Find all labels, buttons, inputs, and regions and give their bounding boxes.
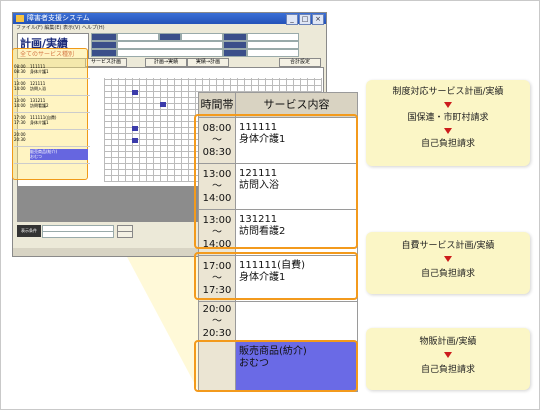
condition-button[interactable] [117, 231, 133, 238]
info-grid [91, 33, 321, 57]
window-title: 障害者支援システム [27, 14, 90, 22]
display-condition-label: 表示条件 [17, 225, 41, 237]
highlight-box-system [194, 114, 358, 249]
mini-time: 20:00 20:30 [14, 132, 26, 142]
app-icon [16, 15, 24, 22]
mini-row: 13:00 14:00 131211 訪問看護2 [14, 96, 90, 113]
grid-mark [160, 102, 166, 107]
info-field[interactable] [117, 33, 159, 41]
time-tilde: ～ [212, 315, 222, 327]
info-label-cell [91, 41, 117, 49]
table-row[interactable]: 20:00 ～ 20:30 [199, 302, 357, 342]
callout-line: 自己負担請求 [420, 139, 475, 149]
highlight-box-self-pay [194, 252, 358, 300]
grid-mark [132, 138, 138, 143]
callout-title: 制度対応サービス計画/実績 [392, 87, 504, 97]
mini-time: 13:00 14:00 [14, 98, 26, 108]
callout-system-service: 制度対応サービス計画/実績 国保連・市町村請求 自己負担請求 [366, 80, 530, 166]
mini-row: 08:00 08:30 111111 身体介護1 [14, 62, 90, 79]
callout-goods-sales: 物販計画/実績 自己負担請求 [366, 328, 530, 390]
info-field[interactable] [247, 49, 299, 57]
grid-mark [132, 90, 138, 95]
mini-service: 121111 訪問入浴 [30, 81, 46, 91]
callout-line: 自己負担請求 [420, 365, 475, 375]
callout-line: 国保連・市町村請求 [407, 113, 489, 123]
callout-self-pay-service: 自費サービス計画/実績 自己負担請求 [366, 232, 530, 294]
tab-actual-to-plan[interactable]: 実績→計画 [187, 58, 229, 67]
info-label-cell [223, 33, 247, 41]
mini-service: 111111(自費) 身体介護1 [30, 115, 57, 125]
tab-totals[interactable]: 合計設定 [279, 58, 321, 67]
time-end: 20:30 [202, 327, 232, 339]
info-label-cell [159, 33, 181, 41]
condition-field[interactable] [42, 231, 114, 238]
tab-service-plan[interactable]: サービス計画 [85, 58, 127, 67]
mini-row: 13:00 14:00 121111 訪問入浴 [14, 79, 90, 96]
mini-time: 17:00 17:30 [14, 115, 26, 125]
mini-row: 販売商品(紡介) おむつ [14, 147, 90, 164]
down-arrow-icon [444, 256, 452, 262]
highlight-box-goods [194, 340, 358, 392]
callout-title: 自費サービス計画/実績 [401, 241, 495, 251]
mini-service: 販売商品(紡介) おむつ [30, 149, 88, 160]
info-label-cell [223, 41, 247, 49]
info-field[interactable] [247, 41, 299, 49]
mini-service: 111111 身体介護1 [30, 64, 49, 74]
info-field[interactable] [181, 33, 223, 41]
title-bar: 障害者支援システム _ □ × [13, 13, 326, 25]
callout-line: 自己負担請求 [420, 269, 475, 279]
info-label-cell [91, 49, 117, 57]
info-label-cell [91, 33, 117, 41]
service-cell [236, 302, 357, 341]
mini-table: 08:00 08:30 111111 身体介護1 13:00 14:00 12111… [14, 62, 90, 164]
time-start: 20:00 [202, 303, 232, 315]
down-arrow-icon [444, 102, 452, 108]
mini-row: 20:00 20:30 [14, 130, 90, 147]
info-field[interactable] [117, 41, 223, 49]
mini-service: 131211 訪問看護2 [30, 98, 49, 108]
time-cell: 20:00 ～ 20:30 [199, 302, 236, 341]
grid-mark [132, 126, 138, 131]
down-arrow-icon [444, 352, 452, 358]
mini-row: 17:00 17:30 111111(自費) 身体介護1 [14, 113, 90, 130]
tab-plan-to-actual[interactable]: 計画→実績 [145, 58, 187, 67]
info-field[interactable] [117, 49, 223, 57]
info-label-cell [223, 49, 247, 57]
mini-time: 08:00 08:30 [14, 64, 26, 74]
down-arrow-icon [444, 128, 452, 134]
mini-time: 13:00 14:00 [14, 81, 26, 91]
menu-bar[interactable]: ファイル(F) 編集(E) 表示(V) ヘルプ(H) [13, 24, 326, 32]
info-field[interactable] [247, 33, 299, 41]
callout-title: 物販計画/実績 [419, 337, 477, 347]
